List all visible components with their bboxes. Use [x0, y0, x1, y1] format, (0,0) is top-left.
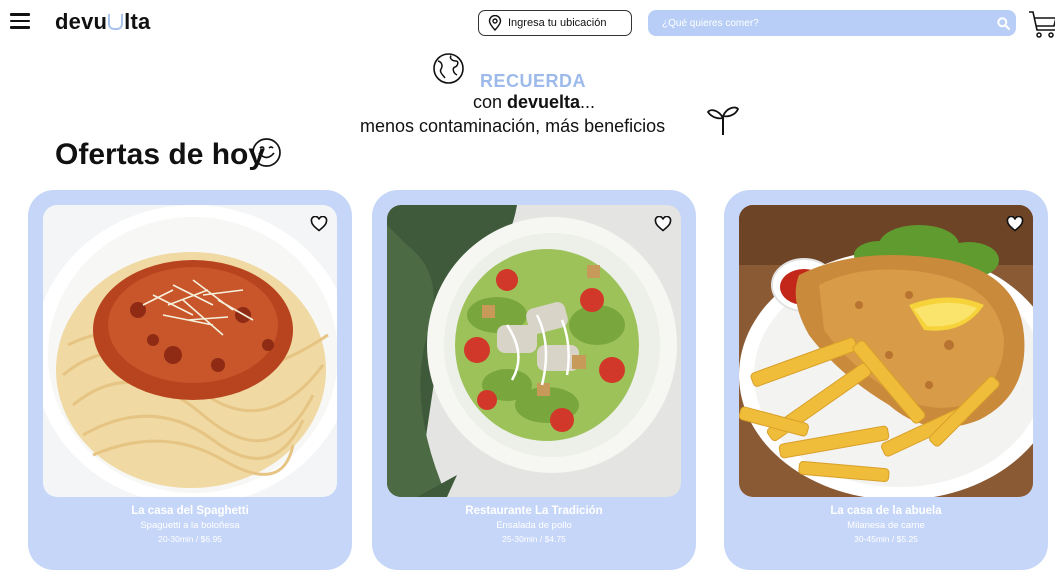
logo-text-end: lta [124, 9, 151, 34]
globe-icon [433, 53, 464, 84]
favorite-heart-icon[interactable] [310, 216, 328, 232]
location-label: Ingresa tu ubicación [508, 17, 607, 29]
food-image-salad [387, 205, 681, 497]
logo[interactable]: devu lta [55, 9, 150, 35]
hamburger-menu-icon[interactable] [10, 13, 30, 29]
dish-name: Milanesa de carne [847, 520, 925, 531]
dish-name: Spaguetti a la boloñesa [140, 520, 240, 531]
favorite-heart-icon[interactable] [1006, 216, 1024, 232]
shopping-cart-icon[interactable] [1028, 6, 1055, 40]
delivery-meta: 30-45min / $5.25 [854, 534, 918, 544]
tagline-suffix: ... [580, 92, 596, 112]
dish-name: Ensalada de pollo [496, 520, 572, 531]
delivery-meta: 25-30min / $4.75 [502, 534, 566, 544]
delivery-time: 20-30min [158, 534, 194, 544]
tagline-prefix: con [472, 92, 507, 112]
food-image-spaghetti [43, 205, 337, 497]
delivery-time: 25-30min [502, 534, 538, 544]
restaurant-name: La casa de la abuela [830, 505, 942, 517]
search-input[interactable] [648, 9, 990, 37]
delivery-time: 30-45min [854, 534, 890, 544]
delivery-meta: 20-30min / $6.95 [158, 534, 222, 544]
sprout-icon [706, 106, 740, 135]
logo-cup-icon [108, 14, 124, 30]
location-pin-icon [488, 15, 502, 31]
food-image-milanesa [739, 205, 1033, 497]
favorite-heart-icon[interactable] [654, 216, 672, 232]
restaurant-name: Restaurante La Tradición [465, 505, 603, 517]
offer-card[interactable]: Restaurante La Tradición Ensalada de pol… [372, 190, 696, 570]
price: $6.95 [200, 534, 222, 544]
offer-card[interactable]: La casa del Spaghetti Spaguetti a la bol… [28, 190, 352, 570]
location-button[interactable]: Ingresa tu ubicación [478, 10, 632, 36]
search-button[interactable] [990, 10, 1016, 36]
logo-text-start: devu [55, 9, 108, 34]
smiley-icon [252, 138, 281, 167]
search-bar [648, 9, 1016, 37]
price: $4.75 [544, 534, 566, 544]
hero-tagline-line1: con devuelta... [0, 92, 1055, 113]
offer-card[interactable]: La casa de la abuela Milanesa de carne 3… [724, 190, 1048, 570]
restaurant-name: La casa del Spaghetti [131, 505, 249, 517]
hero-recuerda: RECUERDA [480, 71, 587, 91]
hero-tagline-line2: menos contaminación, más beneficios [360, 116, 666, 136]
price: $5.25 [896, 534, 918, 544]
tagline-brand: devuelta [506, 92, 581, 112]
section-title: Ofertas de hoy [55, 138, 266, 171]
search-icon [996, 16, 1010, 30]
